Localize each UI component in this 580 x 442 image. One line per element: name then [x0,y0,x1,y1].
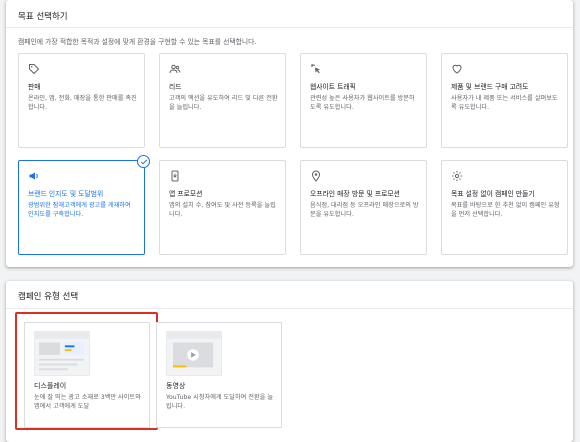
objective-card-name: 판매 [28,83,41,91]
objective-card-name: 목표 설정 없이 캠페인 만들기 [451,190,535,198]
check-circle-icon [137,155,150,168]
objective-card-local-store[interactable]: 오프라인 매장 방문 및 프로모션 음식점, 대리점 등 오프라인 매장으로의 … [300,160,427,255]
tag-icon [28,63,40,75]
objective-card-name: 앱 프로모션 [169,190,203,198]
objective-card-consideration[interactable]: 제품 및 브랜드 구매 고려도 사용자가 내 제품 또는 서비스를 살펴보도록 … [441,53,568,148]
display-thumbnail-icon [34,331,90,376]
objective-card-desc: 광범위한 잠재고객에게 광고를 게재하여 인지도를 구축합니다. [28,202,131,218]
objective-card-desc: 음식점, 대리점 등 오프라인 매장으로의 방문을 유도합니다. [310,202,419,218]
objective-card-sales[interactable]: 판매 온라인, 앱, 전화, 매장을 통한 판매를 촉진합니다. [18,53,145,148]
location-pin-icon [310,170,322,182]
section-divider [6,308,573,309]
objective-section-title: 목표 선택하기 [18,12,68,22]
objective-card-app-promotion[interactable]: 앱 프로모션 앱의 설치 수, 참여도 및 사전 등록을 늘립니다. [159,160,286,255]
objective-card-leads[interactable]: 리드 고객의 액션을 유도하여 리드 및 다른 전환을 늘립니다. [159,53,286,148]
campaign-type-section-title: 캠페인 유형 선택 [18,292,79,302]
section-divider [6,27,573,28]
heart-icon [451,63,463,75]
gear-icon [451,170,463,182]
campaign-type-desc: YouTube 시청자에게 도달하여 전환을 늘립니다. [166,394,274,410]
video-thumbnail-icon [166,331,222,376]
objective-card-desc: 목표를 바탕으로 한 추천 없이 캠페인 유형을 먼저 선택합니다. [451,202,560,218]
campaign-type-name: 디스플레이 [34,382,67,390]
campaign-type-video[interactable]: 동영상 YouTube 시청자에게 도달하여 전환을 늘립니다. [156,322,282,428]
objective-section-subtitle: 캠페인에 가장 적합한 목적과 설정에 맞게 환경을 구현할 수 있는 목표를 … [18,38,257,46]
phone-icon [169,170,181,182]
people-icon [169,63,181,75]
objective-card-name: 웹사이트 트래픽 [310,83,356,91]
objective-panel: 목표 선택하기 캠페인에 가장 적합한 목적과 설정에 맞게 환경을 구현할 수… [6,0,573,267]
objective-card-desc: 앱의 설치 수, 참여도 및 사전 등록을 늘립니다. [169,202,276,218]
cursor-click-icon [310,63,322,75]
objective-card-name: 리드 [169,83,182,91]
megaphone-icon [28,170,40,182]
objective-card-desc: 관련성 높은 사용자가 웹사이트를 방문하도록 유도합니다. [310,95,415,111]
campaign-type-desc: 눈에 잘 띄는 광고 소재로 3백만 사이트와 앱에서 고객에게 도달 [34,394,141,410]
objective-card-name: 오프라인 매장 방문 및 프로모션 [310,190,400,198]
objective-card-desc: 온라인, 앱, 전화, 매장을 통한 판매를 촉진합니다. [28,95,137,111]
objective-card-name: 제품 및 브랜드 구매 고려도 [451,83,529,91]
campaign-type-name: 동영상 [166,382,186,390]
objective-card-desc: 고객의 액션을 유도하여 리드 및 다른 전환을 늘립니다. [169,95,278,111]
objective-card-name: 브랜드 인지도 및 도달범위 [28,190,104,198]
campaign-type-display[interactable]: 디스플레이 눈에 잘 띄는 광고 소재로 3백만 사이트와 앱에서 고객에게 도… [24,322,150,428]
objective-card-desc: 사용자가 내 제품 또는 서비스를 살펴보도록 유도합니다. [451,95,558,111]
objective-card-brand-awareness[interactable]: 브랜드 인지도 및 도달범위 광범위한 잠재고객에게 광고를 게재하여 인지도를… [18,155,150,255]
objective-card-no-goal[interactable]: 목표 설정 없이 캠페인 만들기 목표를 바탕으로 한 추천 없이 캠페인 유형… [441,160,568,255]
campaign-type-panel: 캠페인 유형 선택 디스플레이 눈에 잘 띄는 광고 소재로 3백만 사이트와 … [6,281,573,442]
objective-card-website-traffic[interactable]: 웹사이트 트래픽 관련성 높은 사용자가 웹사이트를 방문하도록 유도합니다. [300,53,427,148]
